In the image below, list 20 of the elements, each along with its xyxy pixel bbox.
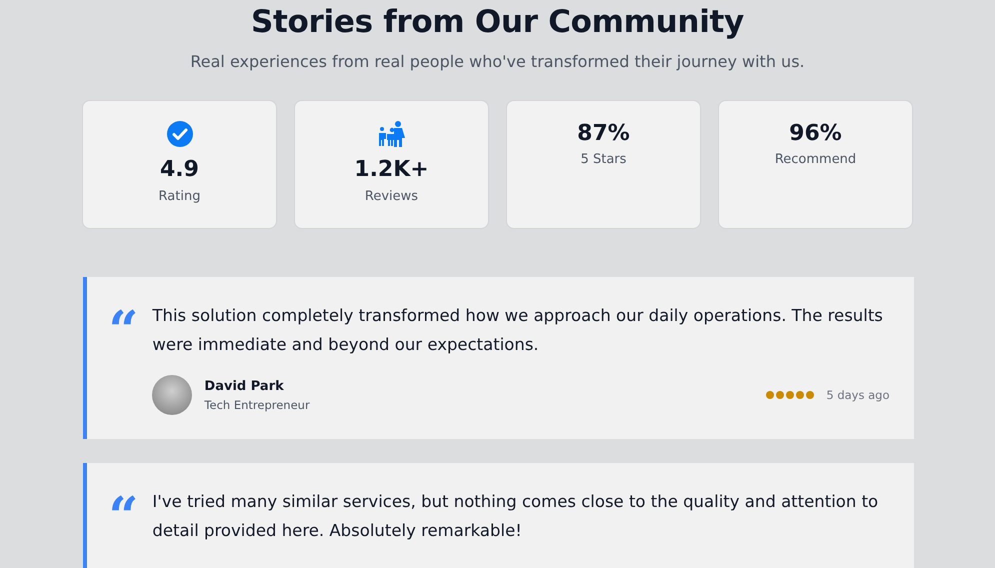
stat-label: Reviews xyxy=(364,189,418,204)
stat-value: 1.2K+ xyxy=(354,157,429,182)
quote-mark: “ xyxy=(108,305,138,345)
people-icon xyxy=(378,120,406,148)
stat-value: 87% xyxy=(577,121,630,146)
stat-label: Rating xyxy=(158,189,200,204)
page-title: Stories from Our Community xyxy=(251,4,744,40)
stat-label: Recommend xyxy=(774,152,856,167)
stat-value: 96% xyxy=(789,121,842,146)
author-role: Tech Entrepreneur xyxy=(204,398,310,412)
stat-label: 5 Stars xyxy=(580,152,626,167)
testimonial-text: I've tried many similar services, but nothing comes close to the quality and attention to detail provided here. Absolutely remarkable! xyxy=(152,491,880,542)
author-name: David Park xyxy=(204,378,285,394)
check-circle-icon xyxy=(166,120,194,148)
quote-mark: “ xyxy=(108,491,138,531)
review-time: 5 days ago xyxy=(826,388,890,402)
testimonial-text: This solution completely transformed how we approach our daily operations. The results were immediate and beyond our expectations. xyxy=(152,305,884,356)
page-subtitle: Real experiences from real people who've transformed their journey with us. xyxy=(190,52,805,71)
avatar-placeholder xyxy=(152,375,192,415)
stat-value: 4.9 xyxy=(160,157,199,182)
